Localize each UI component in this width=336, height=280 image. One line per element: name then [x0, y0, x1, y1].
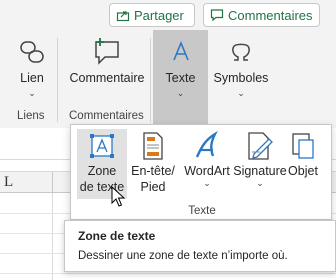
header-footer-icon — [143, 132, 163, 160]
text-button[interactable]: Texte ⌄ — [157, 36, 204, 98]
chevron-down-icon: ⌄ — [176, 88, 185, 98]
group-divider — [150, 38, 151, 122]
column-divider — [52, 172, 53, 194]
comments-label: Commentaires — [228, 7, 313, 23]
header-footer-label-line1: En-tête/ — [131, 164, 175, 178]
comment-icon — [95, 38, 119, 65]
signature-pen-icon — [248, 132, 273, 160]
text-icon — [172, 40, 189, 61]
new-comment-button[interactable]: Commentaire — [68, 36, 146, 86]
omega-icon — [232, 43, 250, 61]
comments-button[interactable]: Commentaires — [203, 3, 320, 27]
tooltip-description: Dessiner une zone de texte n’importe où. — [78, 250, 288, 262]
gridline — [0, 273, 336, 274]
symbols-button[interactable]: Symboles ⌄ — [213, 36, 269, 98]
comment-bubble-icon — [210, 9, 224, 22]
header-footer-label-line2: Pied — [140, 180, 166, 194]
group-divider — [57, 38, 58, 122]
object-icon — [292, 133, 314, 159]
top-bar: Partager Commentaires — [0, 0, 336, 34]
chevron-down-icon: ⌄ — [256, 178, 264, 188]
group-label-comments: Commentaires — [69, 110, 144, 122]
group-label-links: Liens — [17, 110, 45, 122]
gridline — [52, 193, 53, 280]
wordart-icon — [195, 130, 218, 158]
tooltip-title: Zone de texte — [78, 229, 156, 243]
object-button[interactable]: Objet — [285, 129, 321, 179]
share-icon — [116, 11, 130, 22]
link-label: Lien — [20, 71, 44, 85]
share-label: Partager — [134, 7, 184, 23]
header-footer-button[interactable]: En-tête/ Pied — [127, 129, 179, 195]
share-button[interactable]: Partager — [109, 3, 195, 27]
wordart-button[interactable]: WordArt ⌄ — [179, 129, 235, 188]
chevron-down-icon: ⌄ — [28, 88, 36, 98]
wordart-label: WordArt — [184, 164, 230, 178]
text-dropdown-menu: Zone de texte En-tête/ Pied WordArt ⌄ Si… — [70, 124, 332, 220]
mouse-pointer-icon — [111, 186, 125, 207]
chevron-down-icon: ⌄ — [203, 178, 211, 188]
text-box-icon — [90, 134, 114, 158]
link-icon — [20, 41, 44, 63]
signature-line-button[interactable]: Signature ⌄ — [229, 129, 291, 188]
tooltip: Zone de texte Dessiner une zone de texte… — [64, 220, 336, 272]
column-header-l[interactable]: L — [4, 174, 13, 191]
text-box-label-line1: Zone — [87, 164, 117, 178]
object-label: Objet — [288, 164, 318, 178]
signature-label: Signature — [233, 164, 287, 178]
text-label: Texte — [165, 71, 196, 85]
link-button[interactable]: Lien ⌄ — [14, 36, 50, 98]
chevron-down-icon: ⌄ — [237, 88, 245, 98]
symbols-label: Symboles — [213, 71, 269, 85]
comment-label: Commentaire — [69, 71, 145, 85]
